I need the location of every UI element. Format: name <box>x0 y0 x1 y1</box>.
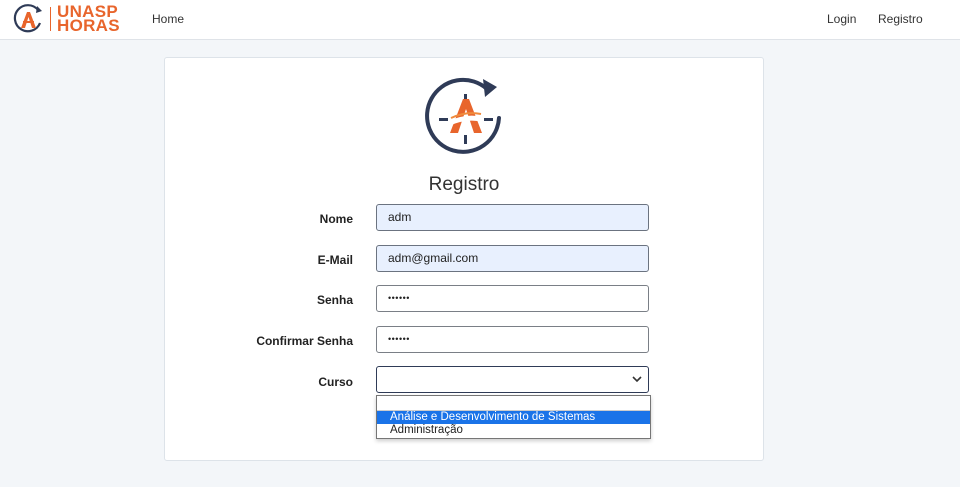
nome-input[interactable]: adm <box>376 204 649 231</box>
nav-registro-link[interactable]: Registro <box>878 12 923 26</box>
nome-label: Nome <box>319 212 353 226</box>
brand-logo[interactable]: UNASP HORAS <box>10 3 125 35</box>
clock-a-logo-icon <box>13 4 42 33</box>
email-label: E-Mail <box>317 253 353 267</box>
curso-dropdown-list: Análise e Desenvolvimento de Sistemas Ad… <box>376 395 651 439</box>
chevron-down-icon <box>632 376 642 383</box>
curso-option-ads[interactable]: Análise e Desenvolvimento de Sistemas <box>377 411 650 424</box>
confirmar-senha-label: Confirmar Senha <box>256 334 353 348</box>
nav-home-link[interactable]: Home <box>152 12 184 26</box>
curso-select[interactable] <box>376 366 649 393</box>
brand-divider <box>50 7 51 31</box>
curso-option-administracao[interactable]: Administração <box>377 424 650 437</box>
form-title: Registro <box>428 174 500 195</box>
confirmar-senha-input[interactable]: •••••• <box>376 326 649 353</box>
email-input[interactable]: adm@gmail.com <box>376 245 649 272</box>
senha-input[interactable]: •••••• <box>376 285 649 312</box>
nav-login-link[interactable]: Login <box>827 12 856 26</box>
register-card: Registro Nome adm E-Mail adm@gmail.com S… <box>164 57 764 461</box>
senha-label: Senha <box>316 293 353 307</box>
brand-line-2: HORAS <box>57 16 120 35</box>
brand-text: UNASP HORAS <box>57 3 120 35</box>
curso-label: Curso <box>318 375 353 389</box>
dropdown-blank-option[interactable] <box>377 396 650 411</box>
top-navbar: UNASP HORAS Home Login Registro <box>0 0 960 40</box>
clock-a-logo-icon <box>425 77 501 154</box>
